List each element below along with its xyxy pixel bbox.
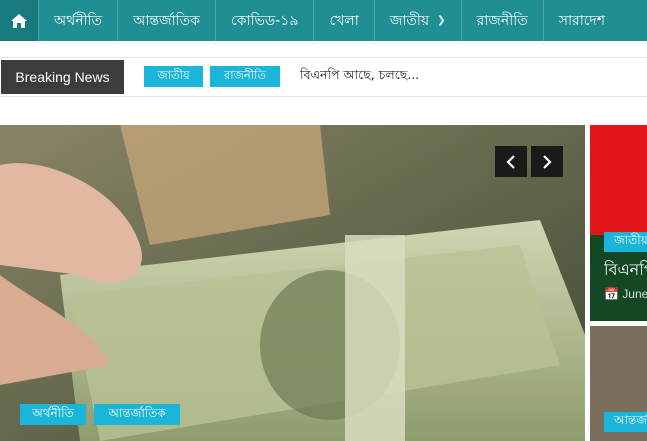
breaking-headline[interactable]: বিএনপি আছে, চলছে... <box>300 66 419 87</box>
slider-prev-button[interactable] <box>495 146 527 177</box>
calendar-icon: 📅 <box>604 287 619 301</box>
nav-item-label: রাজনীতি <box>476 12 528 29</box>
nav-item-sports[interactable]: খেলা <box>314 0 375 41</box>
nav-item-label: কোভিড-১৯ <box>230 12 299 29</box>
chevron-left-icon <box>506 154 515 169</box>
home-icon <box>11 13 27 28</box>
nav-item-covid[interactable]: কোভিড-১৯ <box>216 0 315 41</box>
side-card-1-date: 📅 June <box>604 287 647 301</box>
nav-item-politics[interactable]: রাজনীতি <box>462 0 544 41</box>
chevron-right-icon <box>543 154 552 169</box>
side-card-1-title[interactable]: বিএনপি <box>604 257 647 284</box>
nav-item-label: অর্থনীতি <box>54 12 103 29</box>
nav-item-national[interactable]: জাতীয় ❯ <box>375 0 462 41</box>
nav-item-label: আন্তর্জাতিক <box>133 12 200 29</box>
slider-next-button[interactable] <box>531 146 563 177</box>
main-nav: অর্থনীতি আন্তর্জাতিক কোভিড-১৯ খেলা জাতীয… <box>0 0 647 41</box>
breaking-news-label: Breaking News <box>1 60 124 94</box>
side-card-1-date-text: June <box>622 287 647 301</box>
breaking-tag-politics[interactable]: রাজনীতি <box>210 66 280 87</box>
nav-item-economy[interactable]: অর্থনীতি <box>39 0 119 41</box>
side-card-1-tag[interactable]: জাতীয় <box>604 232 647 252</box>
breaking-tag-national[interactable]: জাতীয় <box>144 66 203 87</box>
nav-item-international[interactable]: আন্তর্জাতিক <box>118 0 216 41</box>
breaking-news-bar: Breaking News জাতীয় রাজনীতি বিএনপি আছে,… <box>0 57 647 97</box>
nav-item-label: জাতীয় <box>389 12 430 29</box>
nav-item-country[interactable]: সারাদেশ <box>544 0 620 41</box>
chevron-down-icon: ❯ <box>437 15 446 26</box>
hero-tag-international[interactable]: আন্তর্জাতিক <box>94 404 180 425</box>
side-card-2-tag[interactable]: আন্তর্জাতিক <box>604 412 647 432</box>
hero-tag-economy[interactable]: অর্থনীতি <box>20 404 86 425</box>
nav-item-label: খেলা <box>329 12 359 29</box>
home-button[interactable] <box>0 0 39 41</box>
nav-item-label: সারাদেশ <box>558 12 606 29</box>
